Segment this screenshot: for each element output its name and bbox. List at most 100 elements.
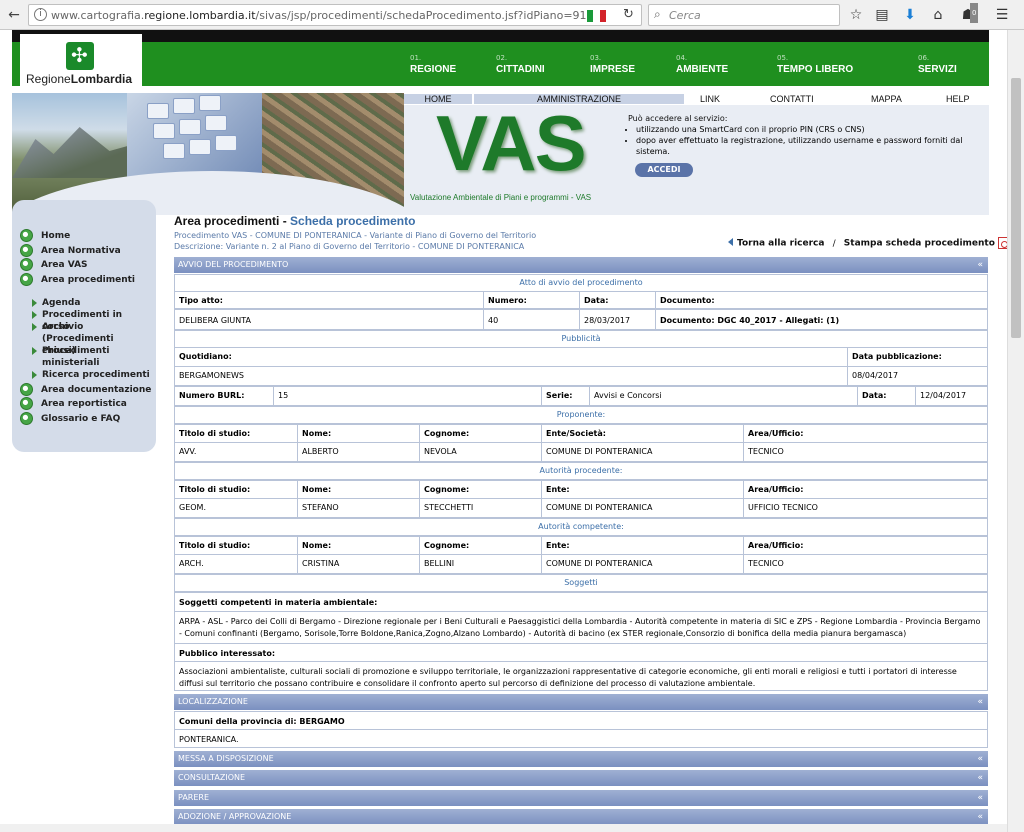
data-pubblicazione-label: Data pubblicazione: [847, 348, 987, 366]
sidebar-sub-agenda[interactable]: Agenda [32, 297, 150, 309]
url-text: www.cartografia.regione.lombardia.it/siv… [51, 9, 591, 22]
vertical-scrollbar[interactable] [1007, 30, 1024, 832]
search-input[interactable]: ⌕ Cerca [648, 4, 840, 26]
subnav-help[interactable]: HELP [946, 94, 970, 104]
nav-servizi[interactable]: 06. SERVIZI [918, 54, 957, 75]
burl-value: 15 [273, 387, 541, 405]
soggetti-subheader: Soggetti [174, 574, 988, 592]
cell-titolo: AVV. [179, 447, 197, 456]
sidebar-item-area-vas[interactable]: Area VAS [20, 258, 88, 271]
sidebar-item-area-documentazione[interactable]: Area documentazione [20, 383, 151, 396]
col-nome: Nome: [297, 425, 419, 442]
vas-logo: VAS [436, 99, 587, 187]
numero-label: Numero: [483, 292, 579, 308]
subnav-mappa[interactable]: MAPPA [871, 94, 902, 104]
cell-ente: COMUNE DI PONTERANICA [541, 499, 743, 517]
cell-ente: COMUNE DI PONTERANICA [541, 555, 743, 573]
subnav-link[interactable]: LINK [700, 94, 720, 104]
expand-icon[interactable]: « [977, 770, 983, 786]
sidebar-sub-ricerca[interactable]: Ricerca procedimenti [32, 369, 150, 381]
expand-icon[interactable]: « [977, 790, 983, 806]
nav-tempo-libero[interactable]: 05. TEMPO LIBERO [777, 54, 853, 75]
home-icon[interactable]: ⌂ [928, 5, 948, 25]
browser-toolbar: ← i www.cartografia.regione.lombardia.it… [0, 0, 1024, 30]
expand-icon[interactable]: « [977, 751, 983, 767]
back-to-search-link[interactable]: Torna alla ricerca [737, 239, 824, 249]
nav-ambiente[interactable]: 04. AMBIENTE [676, 54, 728, 75]
collapse-icon[interactable]: « [977, 694, 983, 710]
sidebar-sub-ministeriali[interactable]: Procedimenti ministeriali [32, 345, 150, 369]
subnav-contatti[interactable]: CONTATTI [770, 94, 814, 104]
info-icon[interactable]: i [34, 8, 47, 21]
reload-icon[interactable]: ↻ [623, 7, 634, 22]
nav-regione[interactable]: 01. REGIONE [410, 54, 456, 75]
sidebar-item-area-reportistica[interactable]: Area reportistica [20, 397, 127, 410]
cell-area: TECNICO [743, 443, 987, 461]
section-messa-a-disposizione-header[interactable]: MESSA A DISPOSIZIONE « [174, 751, 988, 767]
col-titolo: Titolo di studio: [179, 429, 251, 438]
collapse-icon[interactable]: « [977, 257, 983, 273]
burl-data-value: 12/04/2017 [915, 387, 987, 405]
autorita-competente-subheader: Autorità competente: [174, 518, 988, 536]
back-arrow-icon[interactable]: ← [4, 5, 24, 25]
section-consultazione-header[interactable]: CONSULTAZIONE « [174, 770, 988, 786]
provincia-label: Comuni della provincia di: BERGAMO [174, 711, 988, 730]
soggetti-ambientali-label: Soggetti competenti in materia ambiental… [174, 592, 988, 612]
access-intro: Può accedere al servizio: [628, 114, 728, 123]
cell-cognome: NEVOLA [419, 443, 541, 461]
horizontal-scrollbar[interactable] [0, 824, 1007, 832]
nav-cittadini[interactable]: 02. CITTADINI [496, 54, 545, 75]
back-arrow-icon [728, 237, 733, 246]
expand-icon[interactable]: « [977, 809, 983, 825]
italy-flag-icon [587, 10, 606, 22]
download-icon[interactable]: ⬇ [900, 5, 920, 25]
section-localizzazione-header[interactable]: LOCALIZZAZIONE « [174, 694, 988, 710]
table-row: Numero BURL: 15 Serie: Avvisi e Concorsi… [174, 386, 988, 406]
cell-area: UFFICIO TECNICO [743, 499, 987, 517]
top-links: Torna alla ricerca / Stampa scheda proce… [728, 237, 1009, 249]
cell-nome: STEFANO [297, 499, 419, 517]
regione-lombardia-logo[interactable]: RegioneLombardia [20, 34, 142, 86]
accedi-button[interactable]: ACCEDI [635, 163, 693, 177]
col-nome: Nome: [297, 481, 419, 498]
table-row: GEOM. STEFANO STECCHETTI COMUNE DI PONTE… [174, 498, 988, 518]
bookmark-star-icon[interactable]: ☆ [846, 5, 866, 25]
quotidiano-value: BERGAMONEWS [179, 371, 244, 380]
procedure-line: Procedimento VAS - COMUNE DI PONTERANICA… [174, 231, 537, 240]
sidebar-item-glossario[interactable]: Glossario e FAQ [20, 412, 120, 425]
table-row: Quotidiano: Data pubblicazione: [174, 347, 988, 367]
data-label: Data: [579, 292, 655, 308]
description-line: Descrizione: Variante n. 2 al Piano di G… [174, 242, 525, 251]
section-parere-header[interactable]: PARERE « [174, 790, 988, 806]
page-title: Area procedimenti - Scheda procedimento [174, 214, 416, 228]
cell-nome: CRISTINA [297, 555, 419, 573]
access-item: utilizzando una SmartCard con il proprio… [636, 124, 978, 135]
sidebar-item-area-normativa[interactable]: Area Normativa [20, 244, 121, 257]
data-value: 28/03/2017 [579, 310, 655, 329]
table-row: DELIBERA GIUNTA 40 28/03/2017 Documento:… [174, 309, 988, 330]
sidebar-item-area-procedimenti[interactable]: Area procedimenti [20, 273, 135, 286]
bullet-icon [20, 244, 33, 257]
serie-label: Serie: [541, 387, 589, 405]
table-row: Titolo di studio: Nome: Cognome: Ente: A… [174, 536, 988, 555]
scroll-thumb[interactable] [1011, 78, 1021, 338]
print-link[interactable]: Stampa scheda procedimento [844, 239, 995, 249]
search-icon: ⌕ [654, 7, 661, 21]
sidebar-item-home[interactable]: Home [20, 229, 70, 242]
nav-imprese[interactable]: 03. IMPRESE [590, 54, 635, 75]
comuni-value: PONTERANICA. [174, 729, 988, 748]
section-avvio-header[interactable]: AVVIO DEL PROCEDIMENTO « [174, 257, 988, 273]
pubblicita-subheader: Pubblicità [174, 330, 988, 348]
atto-subheader: Atto di avvio del procedimento [174, 274, 988, 292]
address-bar[interactable]: i www.cartografia.regione.lombardia.it/s… [28, 4, 642, 26]
section-adozione-header[interactable]: ADOZIONE / APPROVAZIONE « [174, 809, 988, 825]
menu-icon[interactable]: ☰ [992, 5, 1012, 25]
burl-label: Numero BURL: [179, 391, 245, 400]
autorita-procedente-subheader: Autorità procedente: [174, 462, 988, 480]
notifications-icon[interactable]: ☗ 0 [958, 3, 979, 25]
table-row: BERGAMONEWS 08/04/2017 [174, 366, 988, 386]
reading-list-icon[interactable]: ▤ [872, 5, 892, 25]
documento-link[interactable]: Documento: DGC 40_2017 - Allegati: (1) [655, 310, 987, 329]
arrow-icon [32, 371, 37, 379]
table-row: AVV. ALBERTO NEVOLA COMUNE DI PONTERANIC… [174, 442, 988, 462]
